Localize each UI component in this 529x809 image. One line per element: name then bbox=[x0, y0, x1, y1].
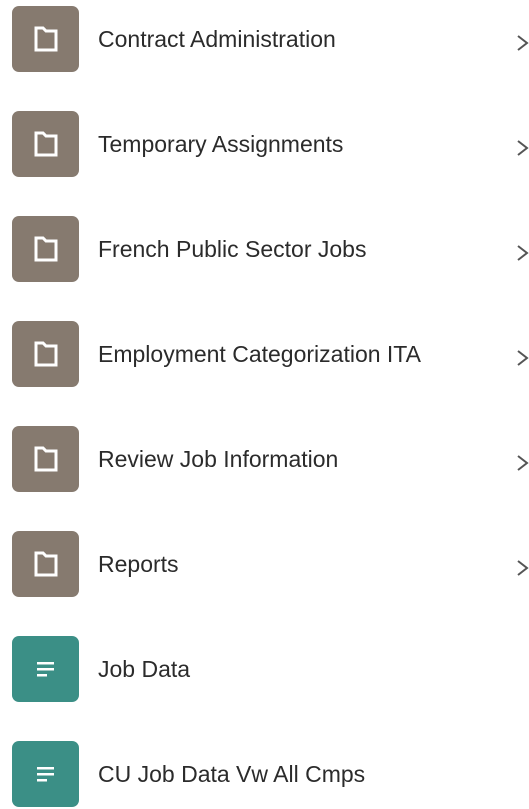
nav-item-temporary-assignments[interactable]: Temporary Assignments bbox=[0, 111, 529, 177]
folder-tile bbox=[12, 6, 79, 72]
nav-item-contract-administration[interactable]: Contract Administration bbox=[0, 6, 529, 72]
chevron-right-icon bbox=[514, 553, 529, 583]
page-lines-icon bbox=[37, 662, 54, 677]
nav-item-label: CU Job Data Vw All Cmps bbox=[98, 761, 366, 787]
navigation-collection-list: Contract Administration Temporary Assign… bbox=[0, 0, 529, 809]
chevron-right-icon bbox=[514, 238, 529, 268]
folder-icon bbox=[34, 131, 58, 157]
chevron-right-icon bbox=[514, 343, 529, 373]
page-lines-icon bbox=[37, 767, 54, 782]
nav-item-employment-categorization-ita[interactable]: Employment Categorization ITA bbox=[0, 321, 529, 387]
folder-icon bbox=[34, 236, 58, 262]
nav-item-french-public-sector-jobs[interactable]: French Public Sector Jobs bbox=[0, 216, 529, 282]
nav-item-review-job-information[interactable]: Review Job Information bbox=[0, 426, 529, 492]
nav-item-label: Job Data bbox=[98, 656, 191, 682]
nav-item-job-data[interactable]: Job Data bbox=[0, 636, 529, 702]
folder-tile bbox=[12, 216, 79, 282]
nav-item-reports[interactable]: Reports bbox=[0, 531, 529, 597]
folder-icon bbox=[34, 551, 58, 577]
folder-tile bbox=[12, 531, 79, 597]
chevron-right-icon bbox=[514, 448, 529, 478]
nav-item-label: Temporary Assignments bbox=[98, 131, 344, 157]
folder-icon bbox=[34, 26, 58, 52]
component-tile bbox=[12, 636, 79, 702]
folder-icon bbox=[34, 446, 58, 472]
chevron-right-icon bbox=[514, 133, 529, 163]
nav-item-label: Employment Categorization ITA bbox=[98, 341, 421, 367]
nav-item-label: Contract Administration bbox=[98, 26, 336, 52]
chevron-right-icon bbox=[514, 28, 529, 58]
folder-tile bbox=[12, 111, 79, 177]
folder-tile bbox=[12, 321, 79, 387]
nav-item-cu-job-data-vw-all-cmps[interactable]: CU Job Data Vw All Cmps bbox=[0, 741, 529, 807]
folder-tile bbox=[12, 426, 79, 492]
folder-icon bbox=[34, 341, 58, 367]
nav-item-label: Review Job Information bbox=[98, 446, 339, 472]
nav-item-label: French Public Sector Jobs bbox=[98, 236, 367, 262]
nav-item-label: Reports bbox=[98, 551, 179, 577]
component-tile bbox=[12, 741, 79, 807]
